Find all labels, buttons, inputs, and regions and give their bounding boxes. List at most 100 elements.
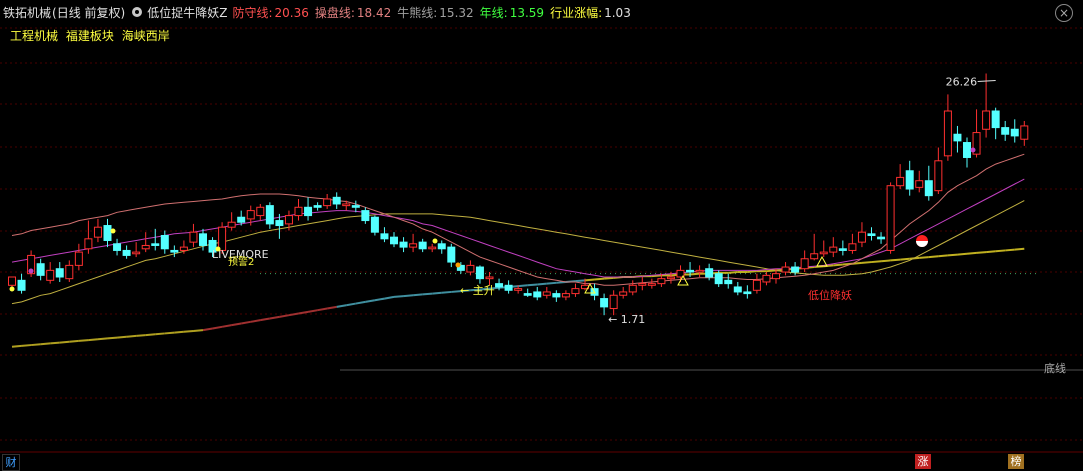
- low-demon-label: 低位降妖: [808, 288, 852, 302]
- year-line-segment: [422, 292, 433, 296]
- year-line-segment: [594, 277, 605, 281]
- candle-body: [36, 263, 45, 276]
- candle-body: [523, 293, 532, 296]
- year-line-segment: [900, 257, 910, 261]
- candle-body: [953, 133, 962, 142]
- candle-body: [628, 284, 637, 293]
- year-line-segment: [50, 341, 60, 345]
- bottom-line-label: 底线: [1044, 361, 1066, 375]
- candle-body: [246, 210, 255, 220]
- candle-body: [84, 238, 93, 250]
- finance-button[interactable]: 财: [2, 454, 20, 471]
- candle-body: [934, 160, 943, 192]
- year-line-segment: [21, 344, 32, 347]
- candle-body: [905, 170, 914, 190]
- candle-body: [342, 203, 351, 207]
- candle-body: [275, 220, 284, 227]
- candle-body: [600, 298, 609, 308]
- candle-body: [495, 283, 504, 288]
- year-line-segment: [928, 255, 939, 259]
- year-line-segment: [957, 252, 968, 256]
- defense-line: [11, 153, 1025, 286]
- candle-body: [199, 233, 207, 246]
- candle-body: [896, 176, 905, 187]
- year-line-segment: [833, 263, 843, 267]
- year-line-segment: [145, 333, 156, 337]
- candle-body: [93, 226, 102, 238]
- indicator-value: 13.59: [509, 5, 545, 20]
- signal-dot: [455, 262, 461, 268]
- candle-body: [829, 246, 838, 253]
- year-line-segment: [193, 329, 204, 332]
- tag-item[interactable]: 工程机械: [10, 29, 58, 43]
- candle-body: [695, 269, 704, 273]
- candle-body: [838, 248, 847, 251]
- year-line-segment: [374, 297, 385, 302]
- candle-body: [437, 243, 446, 250]
- year-line-segment: [317, 307, 328, 312]
- year-line-segment: [393, 295, 404, 298]
- candle-body: [705, 268, 714, 278]
- year-line-segment: [518, 284, 528, 288]
- candle-body: [294, 206, 303, 217]
- rank-button[interactable]: 榜: [1008, 454, 1024, 469]
- candle-body: [65, 264, 74, 280]
- candle-body: [370, 216, 379, 233]
- year-line-segment: [212, 325, 223, 330]
- year-line-segment: [976, 251, 987, 254]
- candle-body: [74, 251, 83, 266]
- year-line-segment: [384, 295, 395, 300]
- candle-body: [619, 291, 628, 296]
- signal-dot: [215, 246, 221, 252]
- year-line-segment: [78, 339, 89, 342]
- year-line-segment: [31, 343, 41, 347]
- period-label[interactable]: (日线 前复权): [52, 4, 125, 21]
- signal-dot: [9, 286, 15, 292]
- year-line-segment: [584, 278, 595, 282]
- candle-body: [265, 205, 274, 225]
- tag-item[interactable]: 福建板块: [66, 29, 114, 43]
- year-line-segment: [116, 335, 127, 339]
- candle-body: [571, 288, 580, 295]
- year-line-segment: [336, 304, 347, 308]
- candle-body: [323, 198, 332, 207]
- year-line-segment: [880, 259, 891, 263]
- stock-name[interactable]: 铁拓机械: [3, 4, 51, 21]
- year-line-segment: [441, 290, 452, 294]
- year-line-segment: [1014, 247, 1025, 251]
- year-line-segment: [69, 339, 79, 343]
- close-icon[interactable]: ×: [1055, 4, 1073, 22]
- indicator-label: 防守线:: [232, 5, 273, 20]
- gear-icon[interactable]: [132, 7, 143, 17]
- candle-body: [686, 269, 695, 273]
- candle-body: [1020, 125, 1029, 140]
- year-line-segment: [279, 314, 290, 318]
- candle-body: [762, 274, 771, 283]
- main-rise-label: ← 主升: [460, 284, 495, 297]
- warning-label: 预警2: [228, 255, 254, 268]
- kline-chart[interactable]: 底线26.26← 1.71LIVEMORE预警2← 主升 低位降妖: [0, 0, 1083, 470]
- candle-body: [189, 231, 198, 243]
- candle-body: [657, 278, 666, 285]
- candle-body: [103, 225, 112, 241]
- candle-body: [504, 284, 513, 291]
- indicator-name[interactable]: 低位捉牛降妖Z: [147, 4, 227, 21]
- max-arrow: [977, 79, 996, 82]
- candle-body: [963, 142, 971, 158]
- candle-body: [332, 196, 341, 205]
- candle-body: [313, 205, 322, 208]
- year-line-segment: [231, 322, 242, 327]
- candle-body: [561, 293, 570, 298]
- indicator-values: 防守线: 20.36 操盘线: 18.42 牛熊线: 15.32 年线: 13.59 行业涨幅:…: [232, 4, 636, 21]
- year-line-segment: [59, 340, 70, 344]
- year-line-segment: [107, 336, 118, 340]
- candle-body: [514, 288, 523, 291]
- candle-body: [724, 279, 733, 285]
- signal-dot: [110, 228, 116, 234]
- rise-button[interactable]: 涨: [915, 454, 931, 469]
- indicator-value: 15.32: [439, 5, 474, 20]
- tag-item[interactable]: 海峡西岸: [122, 29, 170, 43]
- candle-body: [8, 276, 16, 286]
- year-line-segment: [537, 282, 547, 286]
- candle-body: [428, 246, 437, 250]
